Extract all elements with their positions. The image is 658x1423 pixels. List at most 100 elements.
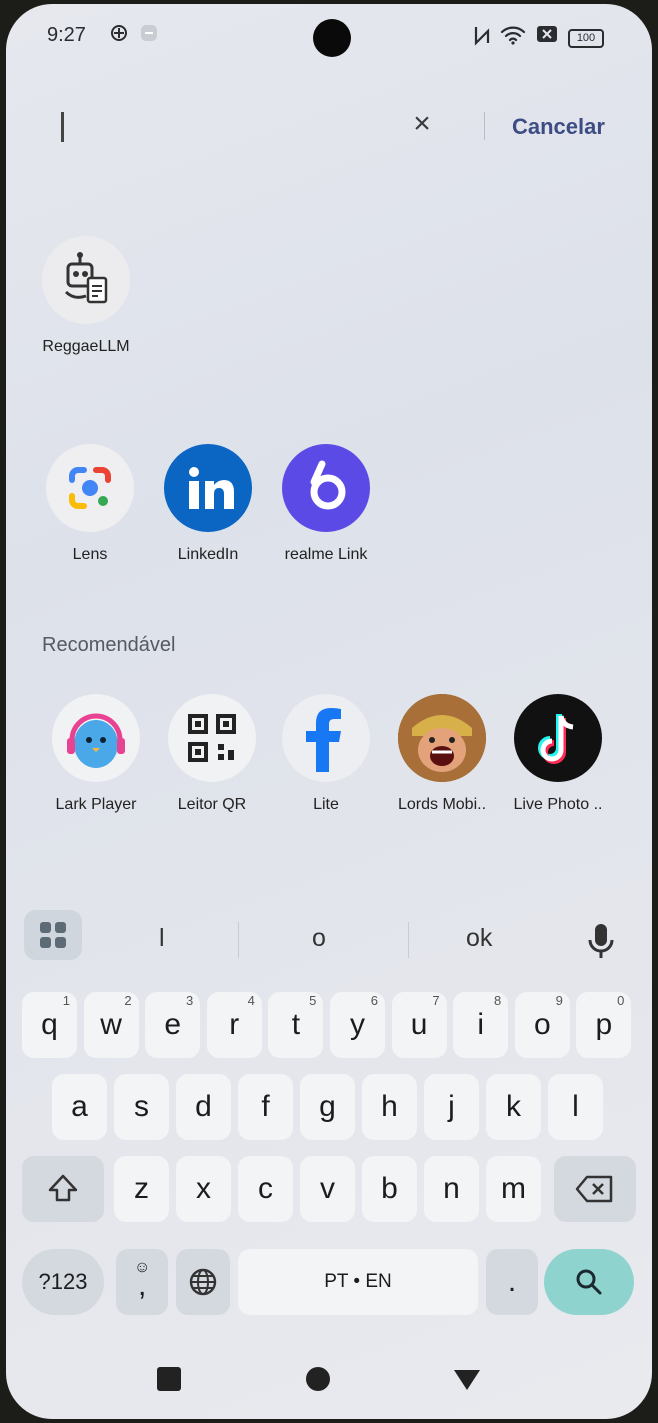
suggestion-3[interactable]: ok bbox=[466, 924, 492, 953]
app-label: Lords Mobi.. bbox=[397, 796, 487, 813]
app-label: Lens bbox=[72, 546, 108, 563]
key-a[interactable]: a bbox=[52, 1074, 107, 1140]
key-number-hint: 8 bbox=[493, 993, 502, 1008]
keyboard: q1w2e3r4t5y6u7i8o9p0 asdfghjkl zxcvbnm ?… bbox=[6, 964, 652, 1334]
suggestion-1[interactable]: l bbox=[159, 924, 165, 953]
vpn-icon bbox=[110, 24, 128, 47]
backspace-key[interactable] bbox=[554, 1156, 636, 1222]
key-p[interactable]: p0 bbox=[576, 992, 632, 1058]
home-button[interactable] bbox=[293, 1354, 343, 1404]
space-key[interactable]: PT • EN bbox=[238, 1249, 478, 1315]
app-lark-player[interactable]: Lark Player bbox=[44, 694, 148, 814]
divider bbox=[484, 112, 485, 140]
app-label: realme Link bbox=[284, 546, 368, 563]
realme-link-icon bbox=[282, 444, 370, 532]
qr-code-icon bbox=[168, 694, 256, 782]
status-time: 9:27 bbox=[47, 24, 86, 46]
key-d[interactable]: d bbox=[176, 1074, 231, 1140]
key-n[interactable]: n bbox=[424, 1156, 479, 1222]
cancel-button[interactable]: Cancelar bbox=[512, 114, 605, 140]
key-c[interactable]: c bbox=[238, 1156, 293, 1222]
app-label: LinkedIn bbox=[177, 546, 239, 563]
key-k[interactable]: k bbox=[486, 1074, 541, 1140]
mic-icon[interactable] bbox=[586, 922, 616, 962]
sim-off-icon bbox=[536, 24, 558, 49]
language-key[interactable] bbox=[176, 1249, 230, 1315]
facebook-lite-icon bbox=[282, 694, 370, 782]
app-label: Leitor QR bbox=[177, 796, 247, 813]
key-number-hint: 0 bbox=[617, 993, 625, 1008]
app-label: ReggaeLLM bbox=[42, 338, 130, 355]
search-row: × Cancelar bbox=[6, 82, 652, 162]
shift-key[interactable] bbox=[22, 1156, 104, 1222]
app-label: Lark Player bbox=[55, 796, 137, 813]
period-key[interactable]: . bbox=[486, 1249, 538, 1315]
key-v[interactable]: v bbox=[300, 1156, 355, 1222]
tiktok-icon bbox=[514, 694, 602, 782]
lark-player-icon bbox=[52, 694, 140, 782]
key-w[interactable]: w2 bbox=[83, 992, 139, 1058]
key-y[interactable]: y6 bbox=[330, 992, 385, 1058]
wifi-icon bbox=[500, 24, 526, 51]
back-nav-button[interactable] bbox=[442, 1354, 492, 1404]
navigation-bar bbox=[6, 1344, 652, 1414]
key-g[interactable]: g bbox=[300, 1074, 355, 1140]
keyboard-suggestion-strip: l o ok bbox=[6, 902, 652, 972]
key-number-hint: 3 bbox=[185, 993, 194, 1008]
lords-mobile-icon bbox=[398, 694, 486, 782]
key-m[interactable]: m bbox=[486, 1156, 541, 1222]
status-bar: 9:27 100 bbox=[6, 4, 652, 68]
battery-indicator: 100 bbox=[568, 29, 604, 48]
key-t[interactable]: t5 bbox=[268, 992, 324, 1058]
key-number-hint: 7 bbox=[432, 993, 440, 1008]
app-lords-mobile[interactable]: Lords Mobi.. bbox=[390, 694, 494, 814]
key-s[interactable]: s bbox=[114, 1074, 169, 1140]
recents-button[interactable] bbox=[144, 1354, 194, 1404]
key-z[interactable]: z bbox=[114, 1156, 169, 1222]
back-button[interactable] bbox=[50, 106, 78, 148]
app-linkedin[interactable]: LinkedIn bbox=[156, 444, 260, 564]
key-j[interactable]: j bbox=[424, 1074, 479, 1140]
app-label: Lite bbox=[313, 796, 339, 813]
app-leitor-qr[interactable]: Leitor QR bbox=[160, 694, 264, 814]
key-f[interactable]: f bbox=[238, 1074, 293, 1140]
comma-emoji-key[interactable]: ☺ , bbox=[116, 1249, 168, 1315]
key-number-hint: 4 bbox=[247, 993, 255, 1008]
key-o[interactable]: o9 bbox=[514, 992, 570, 1058]
app-lens[interactable]: Lens bbox=[38, 444, 142, 564]
app-tiktok-live-photo[interactable]: Live Photo .. bbox=[506, 694, 610, 814]
key-h[interactable]: h bbox=[362, 1074, 417, 1140]
key-e[interactable]: e3 bbox=[145, 992, 201, 1058]
app-reggaellm[interactable]: ReggaeLLM bbox=[34, 236, 138, 356]
key-number-hint: 5 bbox=[309, 993, 317, 1008]
key-number-hint: 6 bbox=[370, 993, 378, 1008]
key-x[interactable]: x bbox=[176, 1156, 231, 1222]
key-b[interactable]: b bbox=[362, 1156, 417, 1222]
linkedin-icon bbox=[164, 444, 252, 532]
key-number-hint: 9 bbox=[555, 993, 563, 1008]
section-title-recommended: Recomendável bbox=[42, 634, 176, 656]
key-number-hint: 2 bbox=[124, 993, 132, 1008]
search-key[interactable] bbox=[544, 1249, 634, 1315]
lens-icon bbox=[46, 444, 134, 532]
key-i[interactable]: i8 bbox=[453, 992, 509, 1058]
nfc-icon bbox=[472, 24, 492, 51]
suggestion-2[interactable]: o bbox=[312, 924, 326, 953]
app-realme-link[interactable]: realme Link bbox=[274, 444, 378, 564]
notification-icon bbox=[140, 24, 158, 47]
app-facebook-lite[interactable]: Lite bbox=[274, 694, 378, 814]
key-l[interactable]: l bbox=[548, 1074, 603, 1140]
app-label: Live Photo .. bbox=[513, 796, 603, 813]
comma-label: , bbox=[138, 1269, 147, 1302]
symbols-key[interactable]: ?123 bbox=[22, 1249, 104, 1315]
camera-cutout bbox=[313, 19, 351, 57]
keyboard-menu-button[interactable] bbox=[24, 910, 82, 960]
reggaellm-icon bbox=[42, 236, 130, 324]
key-q[interactable]: q1 bbox=[22, 992, 77, 1058]
clear-icon[interactable]: × bbox=[404, 104, 440, 144]
divider bbox=[408, 922, 409, 958]
key-r[interactable]: r4 bbox=[206, 992, 262, 1058]
key-u[interactable]: u7 bbox=[391, 992, 447, 1058]
phone-screen: 9:27 100 × Cancelar ReggaeLLM Lens Linke… bbox=[6, 4, 652, 1419]
key-number-hint: 1 bbox=[62, 993, 70, 1008]
